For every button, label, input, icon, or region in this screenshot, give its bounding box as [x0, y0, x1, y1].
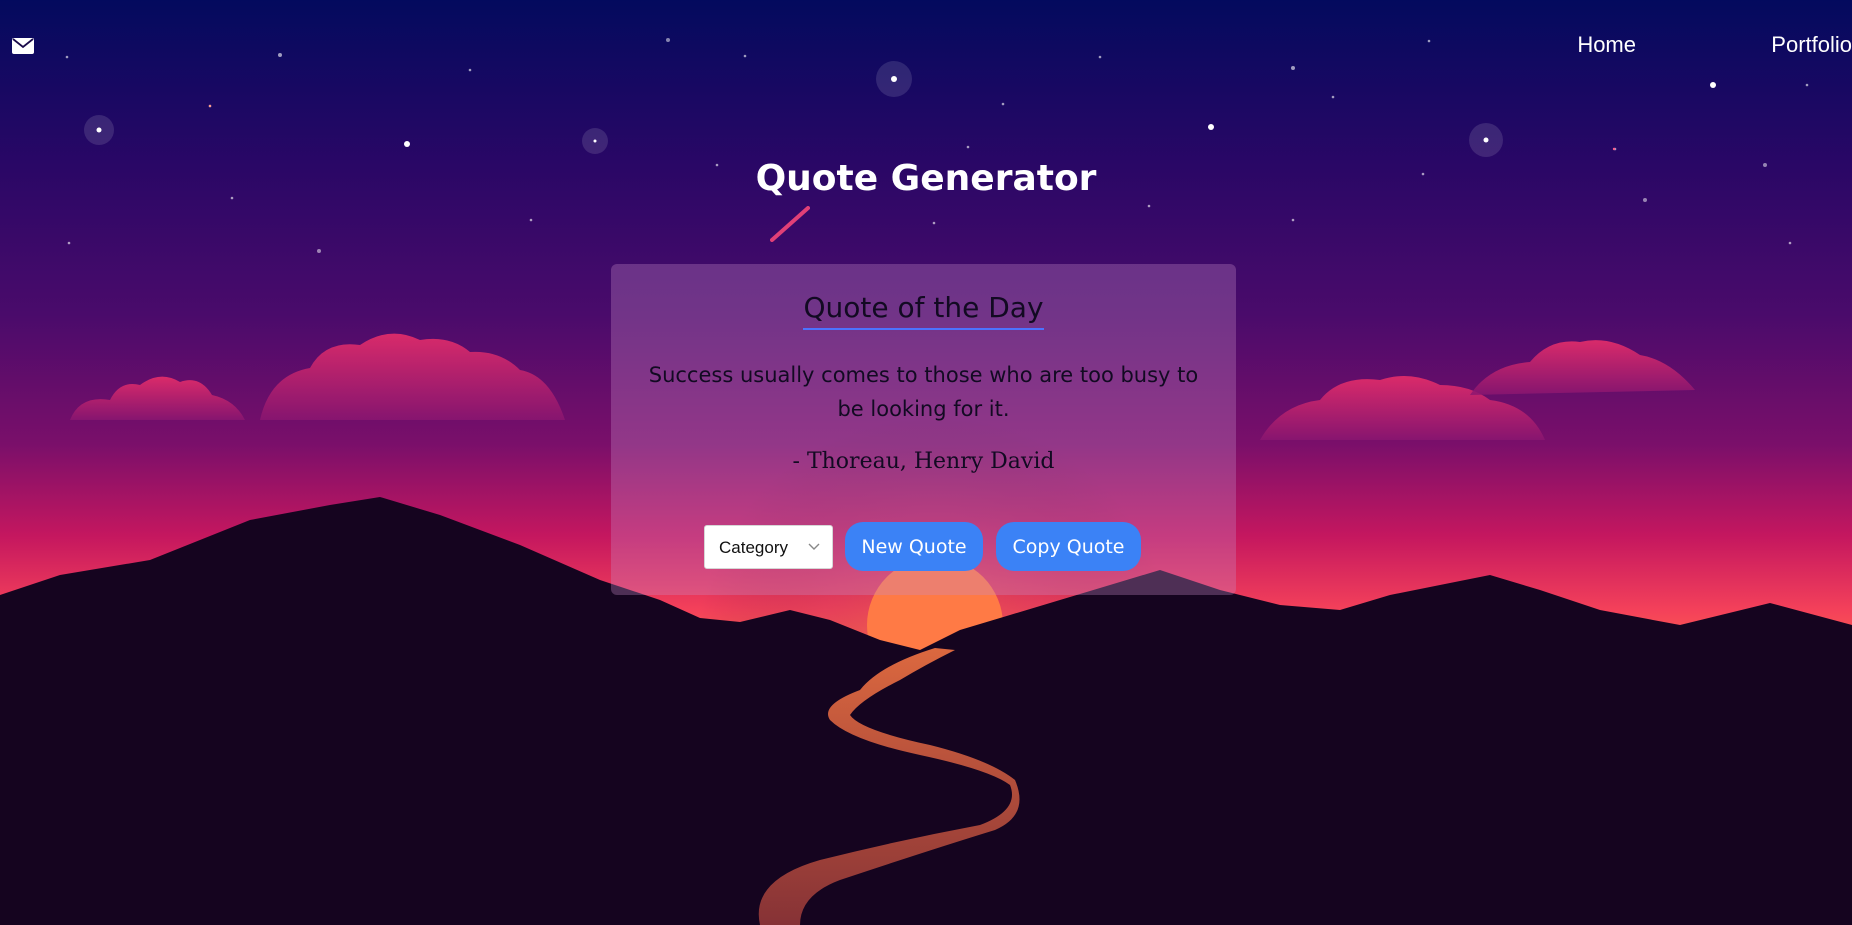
- page: Home Portfolio Quote Generator Quote of …: [0, 0, 1852, 925]
- chevron-down-icon: [808, 543, 820, 550]
- category-select-value: Category: [719, 538, 788, 557]
- quote-text: Success usually comes to those who are t…: [648, 362, 1199, 421]
- page-title: Quote Generator: [755, 158, 1097, 199]
- envelope-icon[interactable]: [12, 37, 34, 55]
- nav-portfolio-link[interactable]: Portfolio: [1771, 32, 1852, 58]
- nav-home-link[interactable]: Home: [1577, 32, 1636, 58]
- quote-controls: Category New Quote Copy Quote: [611, 522, 1236, 571]
- copy-quote-button[interactable]: Copy Quote: [996, 522, 1141, 571]
- new-quote-button[interactable]: New Quote: [845, 522, 983, 571]
- quote-author: - Thoreau, Henry David: [792, 448, 1055, 474]
- category-select[interactable]: Category: [704, 525, 833, 569]
- card-heading: Quote of the Day: [803, 292, 1044, 330]
- quote-card: Quote of the Day Success usually comes t…: [611, 264, 1236, 595]
